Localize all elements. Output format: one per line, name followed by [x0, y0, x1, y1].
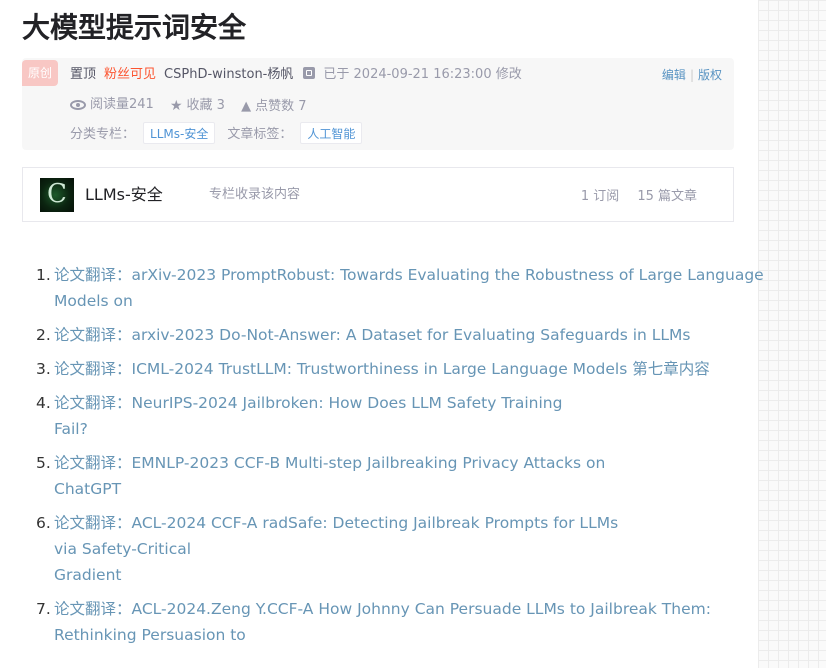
list-item-number: 3.	[36, 360, 51, 378]
article-link[interactable]: 论文翻译：arXiv-2023 PromptRobust: Towards Ev…	[54, 262, 764, 314]
column-card[interactable]: LLMs-安全 专栏收录该内容 1 订阅 15 篇文章	[22, 167, 734, 222]
list-item: 5. 论文翻译：EMNLP-2023 CCF-B Multi-step Jailb…	[0, 450, 740, 502]
views-stat: 阅读量241	[70, 96, 154, 114]
copyright-link[interactable]: 版权	[698, 68, 722, 82]
sidebar-grid-background	[758, 0, 826, 668]
column-name[interactable]: LLMs-安全	[85, 184, 163, 206]
views-count: 阅读量241	[90, 97, 154, 112]
edit-link[interactable]: 编辑	[662, 68, 686, 82]
article-link-text: ChatGPT	[54, 480, 122, 498]
article-link-text: 论文翻译：ACL-2024 CCF-A radSafe: Detecting J…	[54, 514, 619, 532]
list-item: 3. 论文翻译：ICML-2024 TrustLLM: Trustworthine…	[0, 356, 740, 382]
article-link-text: Fail?	[54, 420, 88, 438]
list-item: 7. 论文翻译：ACL-2024.Zeng Y.CCF-A How Johnny …	[0, 596, 740, 648]
article-link-text: Gradient	[54, 566, 122, 584]
modified-date: 已于 2024-09-21 16:23:00 修改	[323, 67, 522, 82]
pinned-label: 置顶	[70, 67, 97, 82]
column-subscriptions: 1 订阅	[580, 189, 620, 204]
article-link-text: via Safety-Critical	[54, 540, 192, 558]
column-stats: 1 订阅 15 篇文章	[581, 187, 697, 207]
list-item-number: 2.	[36, 326, 51, 344]
article-link[interactable]: 论文翻译：ACL-2024.Zeng Y.CCF-A How Johnny Ca…	[54, 596, 740, 648]
article-link-text: Rethinking Persuasion to	[54, 626, 246, 644]
article-link-text: Models on	[54, 292, 133, 310]
category-label: 分类专栏：	[70, 127, 136, 142]
article-link-text: 论文翻译：EMNLP-2023 CCF-B Multi-step Jailbre…	[54, 454, 606, 472]
article-tag[interactable]: 人工智能	[300, 122, 363, 144]
list-item: 4. 论文翻译：NeurIPS-2024 Jailbroken: How Does…	[0, 390, 740, 442]
article-link[interactable]: 论文翻译：ACL-2024 CCF-A radSafe: Detecting J…	[54, 510, 740, 588]
article-link[interactable]: 论文翻译：EMNLP-2023 CCF-B Multi-step Jailbre…	[54, 450, 740, 502]
fans-only-label: 粉丝可见	[104, 67, 157, 82]
meta-row-info: 置顶 粉丝可见 CSPhD-winston-杨帆 已于 2024-09-21 16:2…	[70, 66, 530, 84]
category-tag[interactable]: LLMs-安全	[143, 122, 216, 144]
article-link-text: 论文翻译：arxiv-2023 Do-Not-Answer: A Dataset…	[54, 326, 691, 344]
article-link[interactable]: 论文翻译：ICML-2024 TrustLLM: Trustworthiness…	[54, 356, 740, 382]
column-article-list: 1. 论文翻译：arXiv-2023 PromptRobust: Towards …	[0, 262, 764, 656]
list-item-number: 6.	[36, 514, 51, 532]
meta-row-tags: 分类专栏： LLMs-安全 文章标签： 人工智能	[70, 122, 374, 146]
list-item-number: 1.	[36, 266, 51, 284]
eye-icon	[70, 100, 86, 110]
list-item-number: 5.	[36, 454, 51, 472]
author-link[interactable]: CSPhD-winston-杨帆	[164, 67, 293, 82]
star-icon: ★	[169, 98, 183, 114]
meta-actions: 编辑 | 版权	[662, 66, 722, 84]
column-avatar	[40, 178, 74, 212]
likes-count: 点赞数 7	[255, 99, 307, 114]
thumbs-up-icon: ▲	[241, 99, 252, 114]
original-badge: 原创	[22, 60, 58, 86]
favorites-count: 收藏 3	[186, 98, 225, 113]
article-meta-box: 原创 置顶 粉丝可见 CSPhD-winston-杨帆 已于 2024-09-21 1…	[22, 58, 734, 150]
page-title: 大模型提示词安全	[22, 11, 247, 44]
article-link[interactable]: 论文翻译：arxiv-2023 Do-Not-Answer: A Dataset…	[54, 322, 740, 348]
column-article-count: 15 篇文章	[637, 189, 697, 204]
list-item-number: 4.	[36, 394, 51, 412]
likes-stat: ▲ 点赞数 7	[241, 98, 306, 116]
list-item: 2. 论文翻译：arxiv-2023 Do-Not-Answer: A Datas…	[0, 322, 740, 348]
modified-icon	[303, 67, 316, 79]
article-link-text: 论文翻译：ACL-2024.Zeng Y.CCF-A How Johnny Ca…	[54, 600, 711, 618]
article-link[interactable]: 论文翻译：NeurIPS-2024 Jailbroken: How Does L…	[54, 390, 740, 442]
article-link-text: 论文翻译：NeurIPS-2024 Jailbroken: How Does L…	[54, 394, 563, 412]
article-tag-label: 文章标签：	[227, 127, 293, 142]
article-link-text: 论文翻译：ICML-2024 TrustLLM: Trustworthiness…	[54, 360, 710, 378]
list-item: 6. 论文翻译：ACL-2024 CCF-A radSafe: Detecting…	[0, 510, 740, 588]
column-note: 专栏收录该内容	[209, 187, 301, 202]
list-item: 1. 论文翻译：arXiv-2023 PromptRobust: Towards …	[0, 262, 764, 314]
article-main: 大模型提示词安全 原创 置顶 粉丝可见 CSPhD-winston-杨帆 已于 202…	[0, 0, 764, 668]
action-divider: |	[689, 68, 694, 82]
article-link-text: 论文翻译：arXiv-2023 PromptRobust: Towards Ev…	[54, 266, 764, 284]
meta-row-stats: 阅读量241 ★ 收藏 3 ▲ 点赞数 7	[70, 96, 318, 116]
favorites-stat: ★ 收藏 3	[170, 97, 225, 115]
list-item-number: 7.	[36, 600, 51, 618]
